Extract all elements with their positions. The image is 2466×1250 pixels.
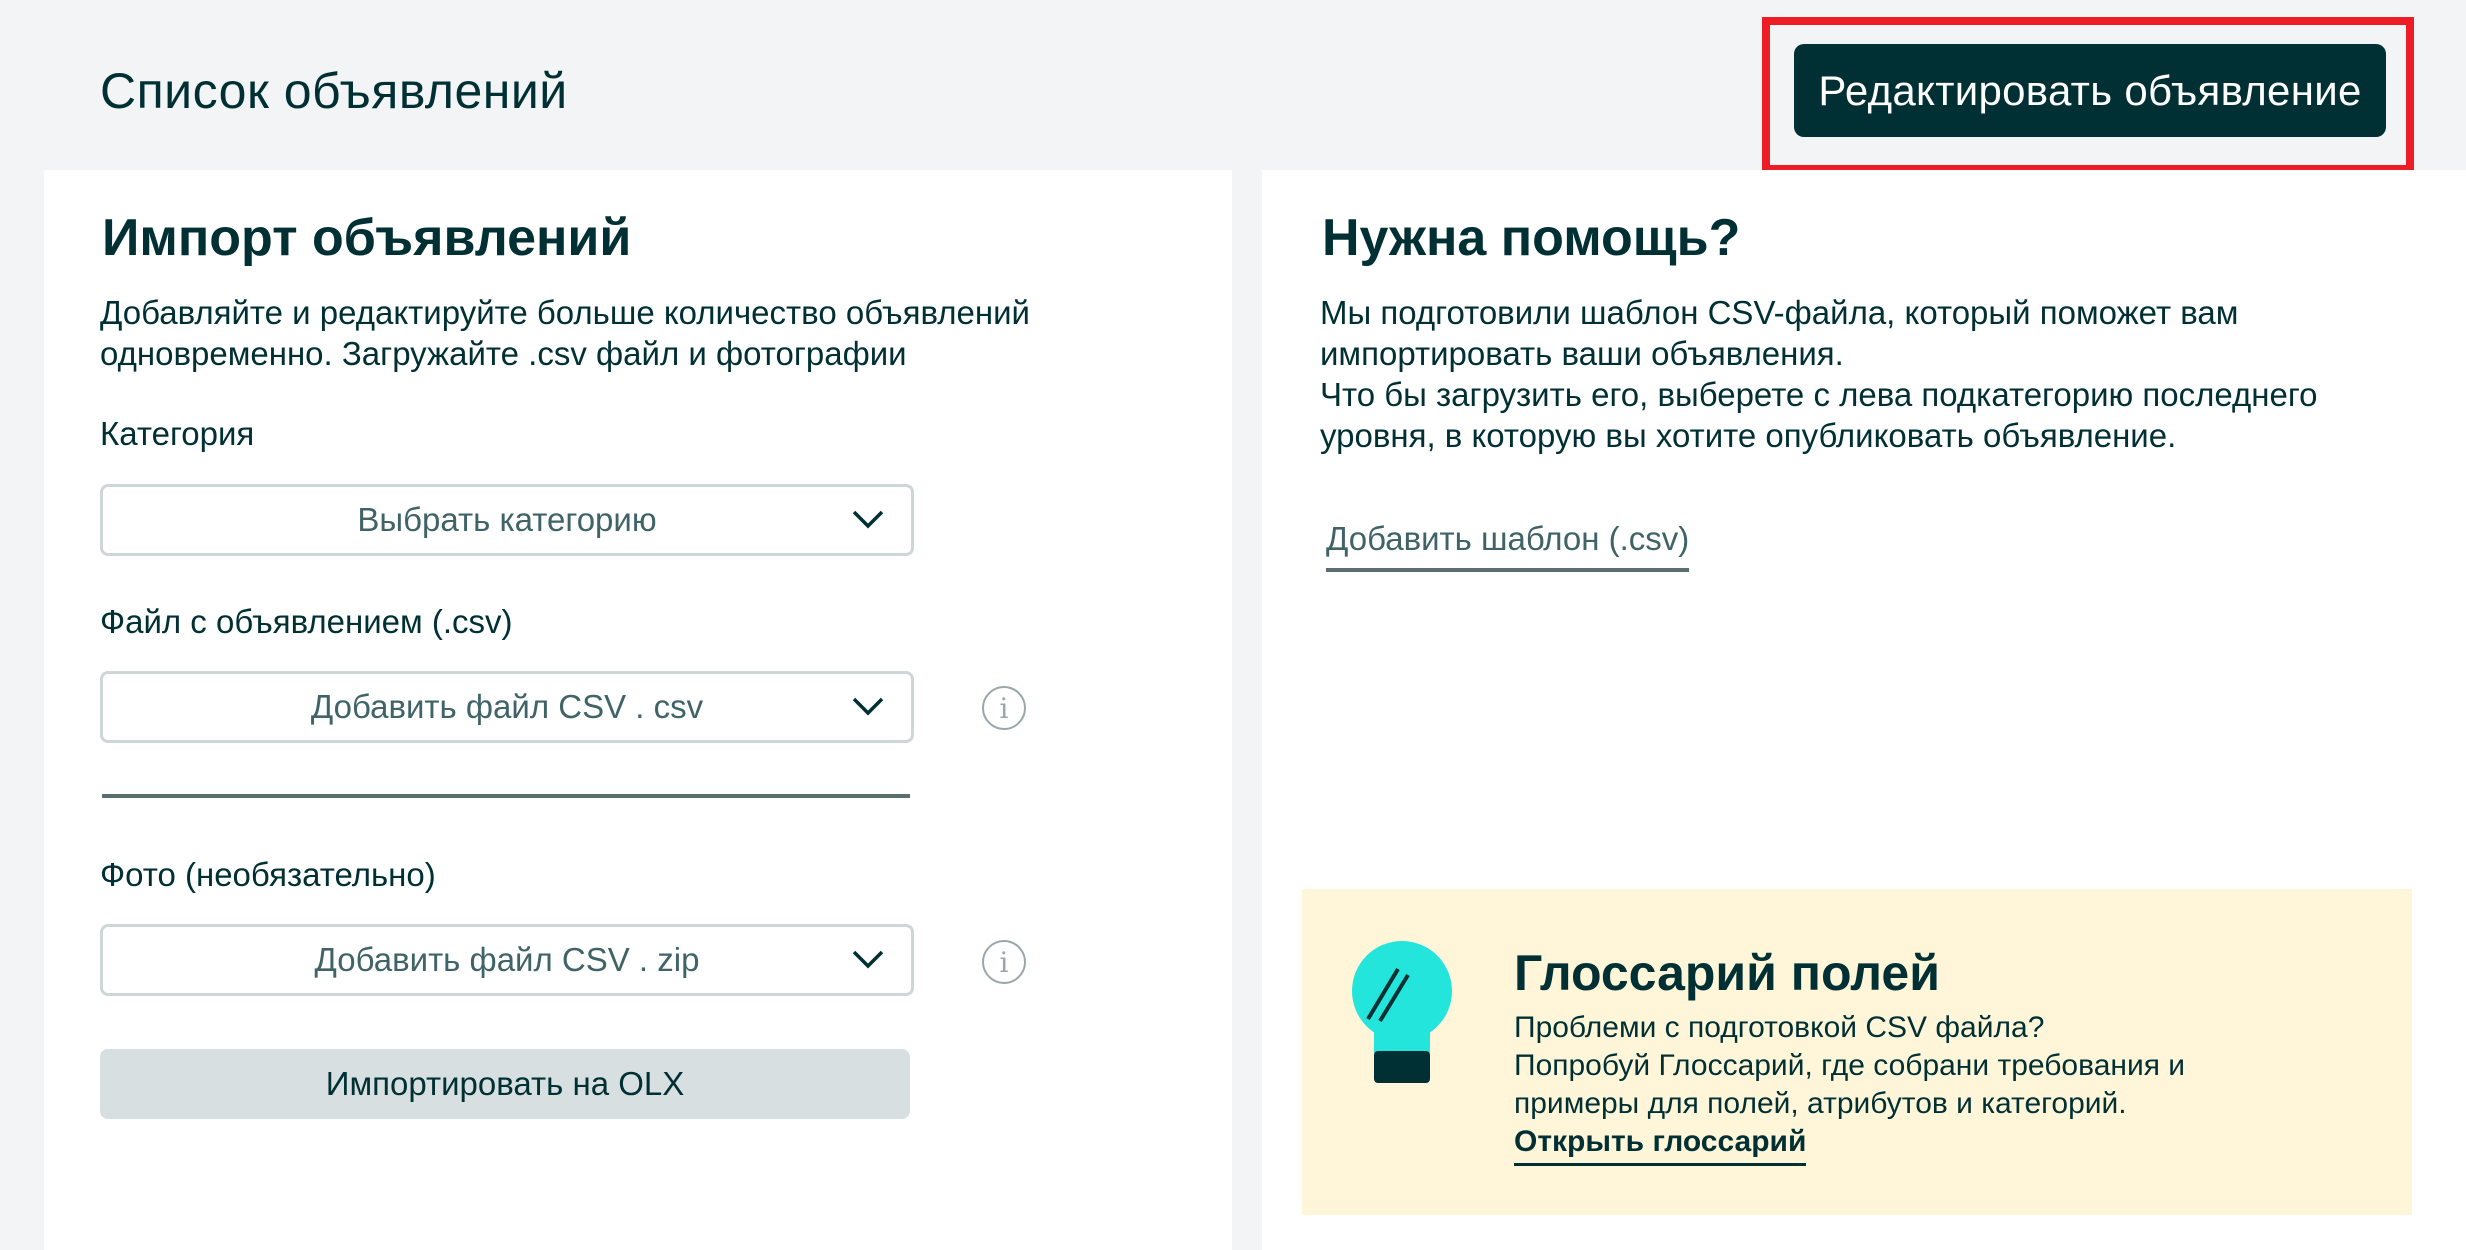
category-select-value: Выбрать категорию — [357, 501, 657, 538]
import-title: Импорт объявлений — [102, 209, 632, 267]
category-label: Категория — [100, 415, 255, 452]
glossary-text-line: Проблеми с подготовкой CSV файла? — [1514, 1011, 2045, 1044]
glossary-title: Глоссарий полей — [1514, 945, 1940, 1001]
glossary-panel: Глоссарий полей Проблеми с подготовкой C… — [1302, 889, 2412, 1215]
page-title: Список объявлений — [100, 63, 568, 119]
category-select[interactable]: Выбрать категорию — [100, 484, 914, 556]
add-template-link[interactable]: Добавить шаблон (.csv) — [1326, 520, 1690, 572]
csv-file-label: Файл с объявлением (.csv) — [100, 603, 513, 640]
open-glossary-link[interactable]: Открыть глоссарий — [1514, 1125, 1807, 1166]
help-text: Мы подготовили шаблон CSV-файла, который… — [1320, 292, 2318, 456]
info-icon[interactable]: i — [982, 686, 1026, 730]
help-text-line: импортировать ваши объявления. — [1320, 335, 1844, 372]
info-icon[interactable]: i — [982, 940, 1026, 984]
chevron-down-icon — [852, 697, 884, 716]
photo-label: Фото (необязательно) — [100, 856, 436, 893]
import-to-olx-button[interactable]: Импортировать на OLX — [100, 1049, 910, 1119]
divider — [102, 794, 910, 798]
highlight-box — [1762, 17, 2414, 173]
glossary-text-line: примеры для полей, атрибутов и категорий… — [1514, 1087, 2127, 1120]
photo-file-select-value: Добавить файл CSV . zip — [314, 941, 700, 978]
lightbulb-icon — [1352, 941, 1452, 1083]
import-description-line: одновременно. Загружайте .csv файл и фот… — [100, 335, 907, 372]
glossary-text-line: Попробуй Глоссарий, где собрани требован… — [1514, 1049, 2186, 1082]
import-description-line: Добавляйте и редактируйте больше количес… — [100, 294, 1030, 331]
csv-file-select[interactable]: Добавить файл CSV . csv — [100, 671, 914, 743]
glossary-text: Проблеми с подготовкой CSV файла? Попроб… — [1514, 1009, 2185, 1123]
help-text-line: Что бы загрузить его, выберете с лева по… — [1320, 376, 2318, 413]
help-text-line: Мы подготовили шаблон CSV-файла, который… — [1320, 294, 2239, 331]
csv-file-select-value: Добавить файл CSV . csv — [310, 688, 704, 725]
import-description: Добавляйте и редактируйте больше количес… — [100, 292, 1030, 374]
help-title: Нужна помощь? — [1322, 209, 1741, 267]
chevron-down-icon — [852, 510, 884, 529]
photo-file-select[interactable]: Добавить файл CSV . zip — [100, 924, 914, 996]
chevron-down-icon — [852, 950, 884, 969]
help-text-line: уровня, в которую вы хотите опубликовать… — [1320, 417, 2177, 454]
